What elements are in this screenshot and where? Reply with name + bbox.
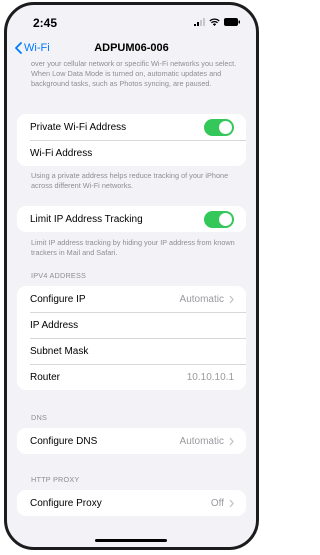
wifi-address-label: Wi-Fi Address <box>30 147 93 159</box>
configure-proxy-value-text: Off <box>210 497 224 509</box>
ipv4-header: IPV4 ADDRESS <box>31 271 87 280</box>
subnet-mask-label: Subnet Mask <box>30 345 89 357</box>
status-time: 2:45 <box>33 16 58 30</box>
chevron-right-icon <box>229 499 234 507</box>
limit-tracking-row: Limit IP Address Tracking <box>17 206 246 232</box>
status-icons <box>194 18 240 26</box>
low-data-mode-note: over your cellular network or specific W… <box>31 59 237 88</box>
wifi-signal-icon <box>209 18 220 26</box>
private-address-note: Using a private address helps reduce tra… <box>31 171 229 190</box>
chevron-right-icon <box>229 295 234 303</box>
dns-group: Configure DNS Automatic <box>17 428 246 454</box>
private-address-row: Private Wi-Fi Address <box>17 114 246 140</box>
ip-address-row: IP Address <box>17 312 246 338</box>
configure-ip-value: Automatic <box>180 294 234 305</box>
limit-tracking-note: Limit IP address tracking by hiding your… <box>31 238 235 257</box>
router-value: 10.10.10.1 <box>186 371 234 383</box>
configure-dns-value-text: Automatic <box>179 435 224 447</box>
battery-icon <box>224 18 240 26</box>
privacy-group: Private Wi-Fi Address Wi-Fi Address <box>17 114 246 166</box>
wifi-address-row: Wi-Fi Address <box>17 140 246 166</box>
configure-proxy-row[interactable]: Configure Proxy Off <box>17 490 246 516</box>
toggle-knob <box>219 212 232 226</box>
chevron-right-icon <box>229 437 234 445</box>
home-indicator <box>95 539 167 542</box>
ip-address-label: IP Address <box>30 319 79 331</box>
ipv4-group: Configure IP Automatic IP Address Subnet… <box>17 286 246 390</box>
configure-dns-label: Configure DNS <box>30 435 98 447</box>
private-address-toggle[interactable] <box>204 118 234 136</box>
status-bar: 2:45 <box>7 5 256 35</box>
configure-dns-row[interactable]: Configure DNS Automatic <box>17 428 246 454</box>
cellular-signal-icon <box>194 18 205 26</box>
proxy-group: Configure Proxy Off <box>17 490 246 516</box>
private-address-label: Private Wi-Fi Address <box>30 121 127 133</box>
dns-header: DNS <box>31 413 48 422</box>
configure-proxy-label: Configure Proxy <box>30 497 102 509</box>
subnet-mask-row: Subnet Mask <box>17 338 246 364</box>
router-row: Router 10.10.10.1 <box>17 364 246 390</box>
configure-ip-value-text: Automatic <box>179 293 224 305</box>
phone-frame: 2:45 Wi-Fi ADPUM06-006 over your cellula… <box>4 2 259 550</box>
configure-ip-label: Configure IP <box>30 293 86 305</box>
configure-ip-row[interactable]: Configure IP Automatic <box>17 286 246 312</box>
router-label: Router <box>30 371 61 383</box>
configure-proxy-value: Off <box>211 498 234 509</box>
limit-tracking-toggle[interactable] <box>204 210 234 228</box>
configure-dns-value: Automatic <box>180 436 234 447</box>
http-proxy-header: HTTP PROXY <box>31 475 80 484</box>
toggle-knob <box>219 120 232 134</box>
limit-tracking-label: Limit IP Address Tracking <box>30 213 143 225</box>
page-title: ADPUM06-006 <box>94 42 169 54</box>
tracking-group: Limit IP Address Tracking <box>17 206 246 232</box>
